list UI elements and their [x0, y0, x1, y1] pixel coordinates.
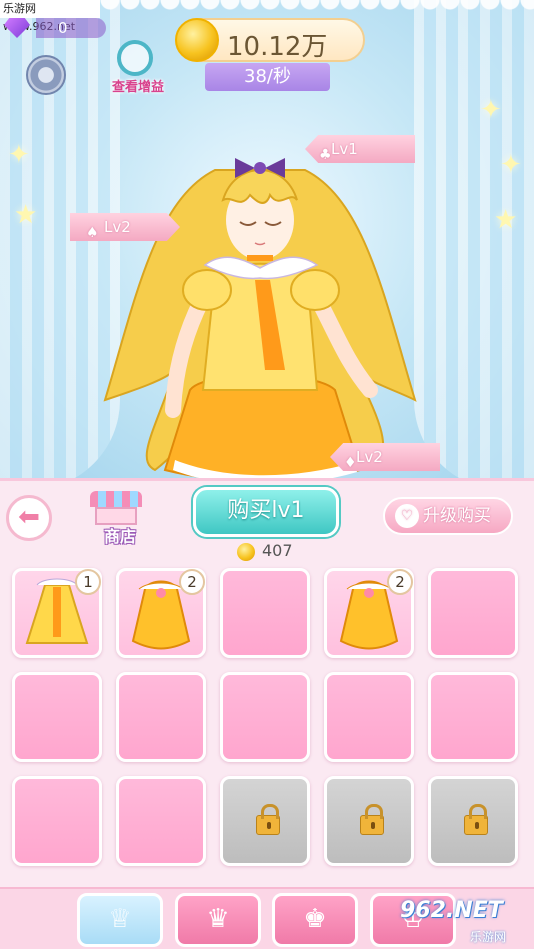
hair-icon: ♛: [206, 904, 230, 934]
empty-slot[interactable]: [220, 672, 310, 762]
dress-icon: ♡: [395, 504, 419, 528]
gold-coin-icon: [175, 18, 219, 62]
gold-coin-icon: [237, 543, 255, 561]
tag-hair-level[interactable]: ♠ Lv2: [70, 213, 180, 241]
star-sparkle-icon: ★: [494, 205, 518, 235]
empty-slot[interactable]: [12, 776, 102, 866]
star-sparkle-icon: ★: [14, 200, 38, 230]
coin-rate: 38/秒: [205, 63, 330, 91]
dress-icon: ♕: [108, 904, 132, 934]
store-label: 商店: [103, 527, 136, 546]
gem-icon: [4, 18, 30, 38]
locked-slot[interactable]: [220, 776, 310, 866]
empty-slot[interactable]: [324, 672, 414, 762]
watermark-bottom-sub: 乐游网: [470, 930, 507, 944]
magnifier-icon: [117, 40, 153, 76]
tag-top-level[interactable]: ♣ Lv1: [305, 135, 415, 163]
shop-panel: ⬅ 商店 购买lv1 ♡ 升级购买 407 1 2 2: [0, 478, 534, 890]
upgrade-buy-label: 升级购买: [423, 506, 491, 526]
empty-slot[interactable]: [116, 776, 206, 866]
buy-level-button[interactable]: 购买lv1: [193, 487, 339, 537]
slot-level-badge: 2: [387, 569, 413, 595]
tab-hair[interactable]: ♛: [175, 893, 261, 947]
gem-counter: 0: [0, 18, 110, 38]
accessory-icon: ♚: [303, 904, 327, 934]
tag-skirt-level-label: Lv2: [356, 448, 383, 466]
back-arrow-icon[interactable]: ⬅: [6, 495, 52, 541]
tab-dress[interactable]: ♕: [77, 893, 163, 947]
empty-slot[interactable]: [220, 568, 310, 658]
watermark-top: 乐游网 www.962.net: [0, 0, 100, 33]
star-sparkle-icon: ✦: [480, 95, 502, 125]
character-illustration[interactable]: [95, 140, 425, 490]
tab-accessory[interactable]: ♚: [272, 893, 358, 947]
coin-total-panel: 10.12万: [175, 18, 365, 62]
store-button[interactable]: 商店: [90, 491, 146, 546]
store-awning-icon: [90, 491, 142, 507]
view-boost-button[interactable]: 查看增益: [103, 40, 173, 96]
item-slot[interactable]: 2: [116, 568, 206, 658]
item-slot[interactable]: 1: [12, 568, 102, 658]
tag-skirt-level[interactable]: ♦ Lv2: [330, 443, 440, 471]
tag-top-level-label: Lv1: [331, 140, 358, 158]
padlock-icon: [464, 804, 488, 835]
star-sparkle-icon: ✦: [500, 150, 522, 180]
item-slot[interactable]: 2: [324, 568, 414, 658]
tag-hair-level-label: Lv2: [104, 218, 131, 236]
empty-slot[interactable]: [428, 672, 518, 762]
view-boost-label: 查看增益: [111, 80, 164, 95]
inventory-grid: 1 2 2: [12, 568, 522, 886]
price-value: 407: [262, 541, 293, 560]
gem-count: 0: [36, 18, 106, 38]
padlock-icon: [360, 804, 384, 835]
right-curtain: [414, 0, 534, 490]
watermark-bottom: 962.NET: [400, 898, 503, 923]
coin-total-value: 10.12万: [227, 32, 328, 62]
empty-slot[interactable]: [116, 672, 206, 762]
empty-slot[interactable]: [428, 568, 518, 658]
empty-slot[interactable]: [12, 672, 102, 762]
star-sparkle-icon: ✦: [8, 140, 30, 170]
locked-slot[interactable]: [324, 776, 414, 866]
padlock-icon: [256, 804, 280, 835]
slot-level-badge: 2: [179, 569, 205, 595]
locked-slot[interactable]: [428, 776, 518, 866]
upgrade-buy-button[interactable]: ♡ 升级购买: [383, 497, 513, 535]
settings-gear-icon[interactable]: [26, 55, 66, 95]
slot-level-badge: 1: [75, 569, 101, 595]
